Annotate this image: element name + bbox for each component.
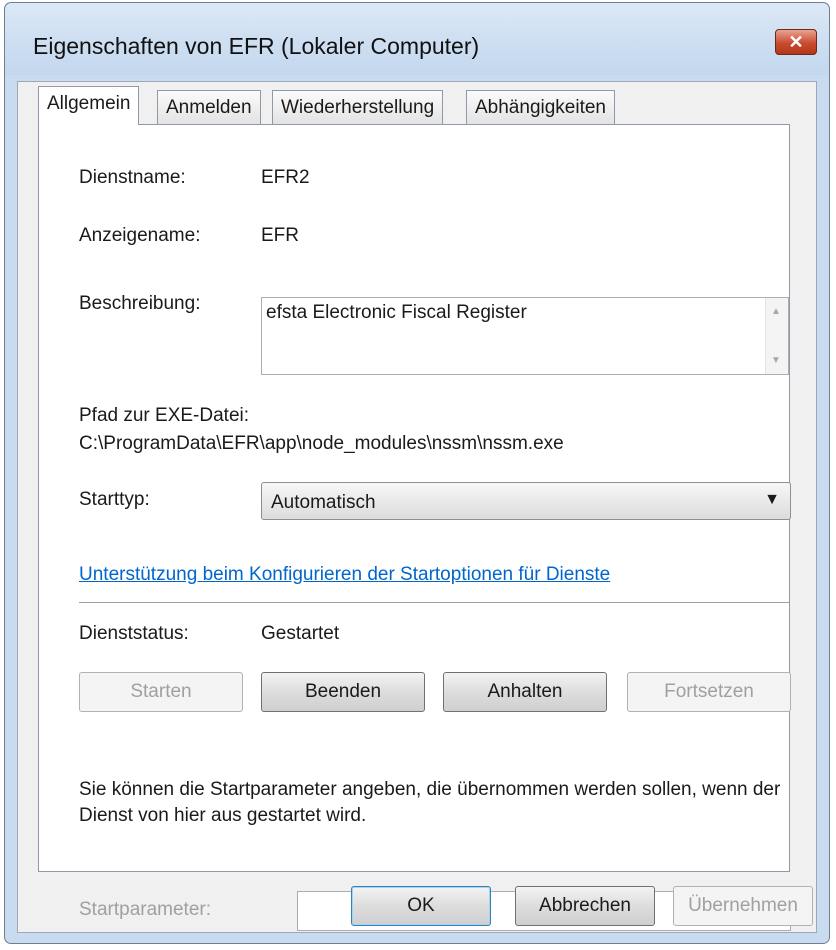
window-title: Eigenschaften von EFR (Lokaler Computer) bbox=[33, 33, 480, 59]
close-button[interactable]: ✕ bbox=[775, 29, 817, 55]
stop-button[interactable]: Beenden bbox=[261, 672, 425, 712]
start-params-hint: Sie können die Startparameter angeben, d… bbox=[79, 779, 781, 826]
tab-abhaengigkeiten[interactable]: Abhängigkeiten bbox=[466, 90, 615, 124]
separator bbox=[79, 602, 789, 603]
exe-path-value: C:\ProgramData\EFR\app\node_modules\nssm… bbox=[79, 433, 564, 454]
title-bar[interactable]: Eigenschaften von EFR (Lokaler Computer)… bbox=[5, 3, 829, 75]
tab-anmelden[interactable]: Anmelden bbox=[157, 90, 261, 124]
description-field[interactable]: efsta Electronic Fiscal Register ▲ ▼ bbox=[261, 297, 789, 375]
ok-button[interactable]: OK bbox=[351, 886, 491, 926]
startup-type-value: Automatisch bbox=[271, 492, 376, 513]
apply-button[interactable]: Übernehmen bbox=[673, 886, 813, 926]
close-icon: ✕ bbox=[788, 32, 804, 52]
startup-type-label: Starttyp: bbox=[79, 489, 150, 510]
description-label: Beschreibung: bbox=[79, 293, 201, 314]
tab-wiederherstellung[interactable]: Wiederherstellung bbox=[272, 90, 444, 124]
startup-type-dropdown[interactable]: Automatisch ▼ bbox=[261, 482, 791, 520]
description-scrollbar[interactable]: ▲ ▼ bbox=[765, 298, 788, 374]
display-name-label: Anzeigename: bbox=[79, 225, 201, 246]
general-tab-panel: Dienstname: EFR2 Anzeigename: EFR Beschr… bbox=[38, 124, 791, 931]
tab-allgemein[interactable]: Allgemein bbox=[38, 86, 140, 125]
description-text: efsta Electronic Fiscal Register bbox=[266, 302, 527, 323]
service-status-value: Gestartet bbox=[261, 623, 340, 644]
scroll-down-arrow-icon[interactable]: ▼ bbox=[771, 355, 781, 366]
start-button[interactable]: Starten bbox=[79, 672, 243, 712]
service-name-label: Dienstname: bbox=[79, 167, 186, 188]
dialog-body: Allgemein Anmelden Wiederherstellung Abh… bbox=[17, 81, 817, 933]
display-name-value: EFR bbox=[261, 225, 299, 246]
startup-options-help-link[interactable]: Unterstützung beim Konfigurieren der Sta… bbox=[79, 564, 610, 586]
properties-dialog: Eigenschaften von EFR (Lokaler Computer)… bbox=[4, 2, 830, 944]
service-name-value: EFR2 bbox=[261, 167, 310, 188]
start-params-label: Startparameter: bbox=[79, 899, 211, 920]
service-status-label: Dienststatus: bbox=[79, 623, 189, 644]
cancel-button[interactable]: Abbrechen bbox=[515, 886, 655, 926]
exe-path-label: Pfad zur EXE-Datei: bbox=[79, 405, 250, 426]
scroll-up-arrow-icon[interactable]: ▲ bbox=[771, 306, 781, 317]
resume-button[interactable]: Fortsetzen bbox=[627, 672, 791, 712]
pause-button[interactable]: Anhalten bbox=[443, 672, 607, 712]
chevron-down-icon: ▼ bbox=[764, 491, 780, 508]
